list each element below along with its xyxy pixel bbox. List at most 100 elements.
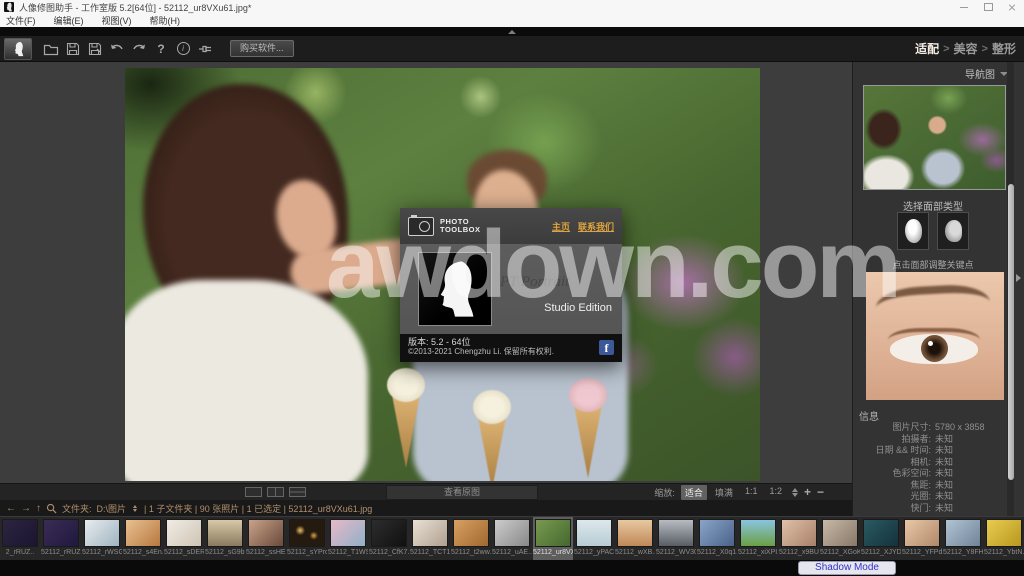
view-original-button[interactable]: 查看原图 xyxy=(386,485,538,500)
filmstrip-item[interactable]: 52112_YbtN.. xyxy=(984,517,1024,560)
shadow-mode-button[interactable]: Shadow Mode xyxy=(798,561,896,575)
folder-spinner[interactable] xyxy=(133,505,137,512)
menu-help[interactable]: 帮助(H) xyxy=(150,14,181,27)
zoom-option-fit[interactable]: 适合 xyxy=(681,485,707,500)
filmstrip-thumbnail[interactable] xyxy=(863,519,899,547)
zoom-option-fill[interactable]: 填满 xyxy=(711,485,737,500)
filmstrip-item[interactable]: 52112_Y8FH.. xyxy=(943,517,983,560)
zoom-out-button[interactable]: − xyxy=(817,487,824,497)
home-link[interactable]: 主页 xyxy=(552,220,570,233)
app-logo-button[interactable] xyxy=(4,38,32,60)
filmstrip-thumbnail[interactable] xyxy=(84,519,120,547)
filmstrip-thumbnail[interactable] xyxy=(248,519,284,547)
facebook-icon[interactable]: f xyxy=(599,340,614,355)
filmstrip-item[interactable]: 52112_rRUZL.. xyxy=(41,517,81,560)
filmstrip-thumbnail[interactable] xyxy=(125,519,161,547)
scrollbar-thumb[interactable] xyxy=(1008,184,1014,480)
filmstrip-item[interactable]: 52112_t2ww.. xyxy=(451,517,491,560)
filmstrip-thumbnail[interactable] xyxy=(412,519,448,547)
search-icon[interactable] xyxy=(46,503,57,514)
save-as-button[interactable] xyxy=(87,41,103,57)
filmstrip-item[interactable]: 52112_wXB.. xyxy=(615,517,655,560)
menu-file[interactable]: 文件(F) xyxy=(6,14,36,27)
filmstrip-item[interactable]: 52112_XGoK.. xyxy=(820,517,860,560)
filmstrip-thumbnail[interactable] xyxy=(658,519,694,547)
panel-scrollbar[interactable] xyxy=(1007,62,1014,516)
filmstrip-item[interactable]: 52112_X0q1.. xyxy=(697,517,737,560)
folder-path[interactable]: D:\图片 xyxy=(97,502,127,515)
filmstrip-item[interactable]: 52112_CfK7.. xyxy=(369,517,409,560)
workflow-tab-fit[interactable]: 适配 xyxy=(915,40,939,57)
filmstrip-thumbnail[interactable] xyxy=(617,519,653,547)
redo-button[interactable] xyxy=(131,41,147,57)
minimize-button[interactable] xyxy=(952,0,976,14)
filmstrip-item[interactable]: 52112_xiXPI.. xyxy=(738,517,778,560)
filmstrip-thumbnail[interactable] xyxy=(2,519,38,547)
menu-view[interactable]: 视图(V) xyxy=(102,14,132,27)
filmstrip-item[interactable]: 52112_x9BU.. xyxy=(779,517,819,560)
up-icon[interactable]: ↑ xyxy=(36,503,41,514)
face-front-button[interactable] xyxy=(897,212,929,250)
filmstrip-thumbnail[interactable] xyxy=(43,519,79,547)
close-button[interactable] xyxy=(1000,0,1024,14)
split-vertical-icon[interactable] xyxy=(267,487,284,497)
filmstrip-item[interactable]: 52112_yPAC.. xyxy=(574,517,614,560)
filmstrip-item[interactable]: 52112_rWSG.. xyxy=(82,517,122,560)
filmstrip-thumbnail[interactable] xyxy=(986,519,1022,547)
filmstrip-thumbnail[interactable] xyxy=(371,519,407,547)
filmstrip-item[interactable]: 52112_WV30.. xyxy=(656,517,696,560)
split-horizontal-icon[interactable] xyxy=(289,487,306,497)
filmstrip-thumbnail[interactable] xyxy=(207,519,243,547)
filmstrip-item[interactable]: 52112_sDER.. xyxy=(164,517,204,560)
zoom-in-button[interactable]: + xyxy=(804,487,811,497)
face-side-button[interactable] xyxy=(937,212,969,250)
filmstrip-thumbnail[interactable] xyxy=(781,519,817,547)
forward-icon[interactable]: → xyxy=(21,503,31,514)
filmstrip-thumbnail[interactable] xyxy=(822,519,858,547)
menu-edit[interactable]: 编辑(E) xyxy=(54,14,84,27)
filmstrip-item[interactable]: 52112_ssHE.. xyxy=(246,517,286,560)
about-button[interactable]: i xyxy=(175,41,191,57)
filmstrip-item[interactable]: 52112_YFPdv.. xyxy=(902,517,942,560)
filmstrip-thumbnail[interactable] xyxy=(494,519,530,547)
buy-software-button[interactable]: 购买软件... xyxy=(230,40,294,57)
zoom-option-1-1[interactable]: 1:1 xyxy=(741,485,762,500)
filmstrip-item[interactable]: 52112_TCT1.. xyxy=(410,517,450,560)
filmstrip-thumbnail[interactable] xyxy=(289,519,325,547)
collapse-strip[interactable] xyxy=(0,27,1024,36)
filmstrip-thumbnail[interactable] xyxy=(945,519,981,547)
filmstrip-item[interactable]: 52112_uAE.. xyxy=(492,517,532,560)
filmstrip-thumbnail[interactable] xyxy=(535,519,571,547)
filmstrip-thumbnail[interactable] xyxy=(453,519,489,547)
filmstrip-item[interactable]: 52112_XJYD.. xyxy=(861,517,901,560)
workflow-tab-beauty[interactable]: 美容 xyxy=(954,40,978,57)
zoom-spinner[interactable] xyxy=(792,488,798,497)
filmstrip-item[interactable]: 2_rRUZ.. xyxy=(0,517,40,560)
face-detail-preview[interactable] xyxy=(866,272,1004,400)
maximize-button[interactable] xyxy=(976,0,1000,14)
panel-expand-icon[interactable] xyxy=(1016,274,1021,282)
zoom-option-1-2[interactable]: 1:2 xyxy=(765,485,786,500)
workflow-tab-reshape[interactable]: 整形 xyxy=(992,40,1016,57)
filmstrip-thumbnail[interactable] xyxy=(576,519,612,547)
plugin-button[interactable] xyxy=(197,41,213,57)
filmstrip-thumbnail[interactable] xyxy=(330,519,366,547)
filmstrip-item[interactable]: 52112_T1WS.. xyxy=(328,517,368,560)
filmstrip-thumbnail[interactable] xyxy=(740,519,776,547)
filmstrip-item[interactable]: 52112_sYPro.. xyxy=(287,517,327,560)
undo-button[interactable] xyxy=(109,41,125,57)
contact-link[interactable]: 联系我们 xyxy=(578,220,614,233)
filmstrip-item[interactable]: 52112_s4En.. xyxy=(123,517,163,560)
navigator-header[interactable]: 导航图 xyxy=(965,66,1008,81)
filmstrip-thumbnail[interactable] xyxy=(166,519,202,547)
open-folder-button[interactable] xyxy=(43,41,59,57)
help-button[interactable]: ? xyxy=(153,41,169,57)
save-button[interactable] xyxy=(65,41,81,57)
filmstrip-thumbnail[interactable] xyxy=(699,519,735,547)
back-icon[interactable]: ← xyxy=(6,503,16,514)
navigator-thumbnail[interactable] xyxy=(863,85,1006,190)
filmstrip-thumbnail[interactable] xyxy=(904,519,940,547)
filmstrip-item[interactable]: 52112_sG9b.. xyxy=(205,517,245,560)
single-view-icon[interactable] xyxy=(245,487,262,497)
filmstrip-item[interactable]: 52112_ur8VX.. xyxy=(533,517,573,560)
